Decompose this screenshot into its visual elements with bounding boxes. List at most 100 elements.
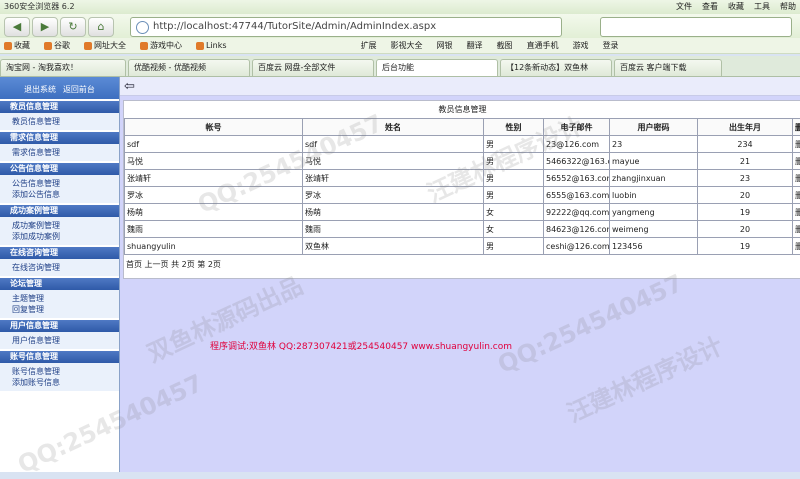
menu-favorites[interactable]: 收藏 — [728, 1, 744, 12]
menu-file[interactable]: 文件 — [676, 1, 692, 12]
bookmark-item[interactable]: 直通手机 — [527, 40, 559, 51]
tab-youku[interactable]: 优酷视频 - 优酷视频 — [128, 59, 250, 76]
cell-birth: 23 — [698, 170, 793, 187]
delete-link[interactable]: 删除 — [793, 238, 800, 255]
menu-help[interactable]: 帮助 — [780, 1, 796, 12]
bookmark-item[interactable]: 翻译 — [467, 40, 483, 51]
back-arrow-icon[interactable]: ⇦ — [124, 79, 135, 94]
table-header-row: 帐号 姓名 性别 电子邮件 用户密码 出生年月 删除 — [125, 119, 800, 136]
delete-link[interactable]: 删除 — [793, 170, 800, 187]
cell-password: weimeng — [610, 221, 698, 238]
tab-news[interactable]: 【12条新动态】双鱼林 — [500, 59, 612, 76]
sidebar-link[interactable]: 需求信息管理 — [12, 147, 119, 158]
logout-link[interactable]: 退出系统 — [24, 85, 56, 94]
cell-name: 马悦 — [303, 153, 484, 170]
forward-button[interactable]: ▶ — [32, 17, 58, 37]
sidebar-header: 退出系统 返回前台 — [0, 77, 119, 99]
admin-sidebar: 退出系统 返回前台 教员信息管理 教员信息管理 需求信息管理 需求信息管理 公告… — [0, 77, 120, 472]
bookmark-item[interactable]: Links — [196, 41, 227, 50]
cell-email: 92222@qq.com — [544, 204, 610, 221]
sidebar-link[interactable]: 教员信息管理 — [12, 116, 119, 127]
delete-link[interactable]: 删除 — [793, 221, 800, 238]
search-input[interactable] — [600, 17, 792, 37]
bookmark-item[interactable]: 收藏 — [4, 40, 30, 51]
bookmark-item[interactable]: 网址大全 — [84, 40, 126, 51]
bookmark-item[interactable]: 截图 — [497, 40, 513, 51]
home-button[interactable]: ⌂ — [88, 17, 114, 37]
sidebar-link[interactable]: 公告信息管理 — [12, 178, 119, 189]
sidebar-link[interactable]: 回复管理 — [12, 304, 119, 315]
section-title[interactable]: 需求信息管理 — [0, 132, 119, 144]
star-icon — [4, 42, 12, 50]
sidebar-link[interactable]: 添加公告信息 — [12, 189, 119, 200]
section-title[interactable]: 成功案例管理 — [0, 205, 119, 217]
sidebar-link[interactable]: 添加账号信息 — [12, 377, 119, 388]
cell-gender: 男 — [484, 136, 544, 153]
tab-taobao[interactable]: 淘宝网 - 淘我喜欢！ — [0, 59, 126, 76]
sidebar-link[interactable]: 账号信息管理 — [12, 366, 119, 377]
cell-birth: 21 — [698, 153, 793, 170]
section-title[interactable]: 账号信息管理 — [0, 351, 119, 363]
pager: 首页 上一页 共 2页 第 2页 — [124, 255, 800, 274]
tab-baiduyun[interactable]: 百度云 网盘-全部文件 — [252, 59, 374, 76]
cell-gender: 男 — [484, 153, 544, 170]
section-title[interactable]: 在线咨询管理 — [0, 247, 119, 259]
bookmark-item[interactable]: 游戏中心 — [140, 40, 182, 51]
game-icon — [140, 42, 148, 50]
site-info-icon — [136, 21, 149, 34]
bookmark-item[interactable]: 登录 — [603, 40, 619, 51]
frontend-link[interactable]: 返回前台 — [63, 85, 95, 94]
delete-link[interactable]: 删除 — [793, 187, 800, 204]
bookmark-item[interactable]: 影视大全 — [391, 40, 423, 51]
sidebar-section: 用户信息管理 用户信息管理 — [0, 320, 119, 349]
cell-birth: 19 — [698, 238, 793, 255]
bookmark-item[interactable]: 游戏 — [573, 40, 589, 51]
delete-link[interactable]: 删除 — [793, 136, 800, 153]
pager-prev[interactable]: 上一页 — [145, 260, 169, 269]
section-title[interactable]: 公告信息管理 — [0, 163, 119, 175]
delete-link[interactable]: 删除 — [793, 153, 800, 170]
menu-view[interactable]: 查看 — [702, 1, 718, 12]
col-birth: 出生年月 — [698, 119, 793, 136]
section-title[interactable]: 论坛管理 — [0, 278, 119, 290]
cell-email: 5466322@163.com — [544, 153, 610, 170]
folder-icon — [196, 42, 204, 50]
delete-link[interactable]: 删除 — [793, 204, 800, 221]
cell-gender: 男 — [484, 170, 544, 187]
menu-tools[interactable]: 工具 — [754, 1, 770, 12]
sidebar-link[interactable]: 添加成功案例 — [12, 231, 119, 242]
sidebar-link[interactable]: 用户信息管理 — [12, 335, 119, 346]
teacher-panel: 教员信息管理 帐号 姓名 性别 电子邮件 用户密码 出生年月 删除 s — [123, 100, 800, 279]
tab-download[interactable]: 百度云 客户端下载 — [614, 59, 722, 76]
sidebar-link[interactable]: 在线咨询管理 — [12, 262, 119, 273]
refresh-button[interactable]: ↻ — [60, 17, 86, 37]
table-row: 罗冰 罗冰 男 6555@163.com luobin 20 删除 — [125, 187, 800, 204]
col-password: 用户密码 — [610, 119, 698, 136]
col-delete: 删除 — [793, 119, 800, 136]
col-gender: 性别 — [484, 119, 544, 136]
bookmark-item[interactable]: 网银 — [437, 40, 453, 51]
cell-gender: 男 — [484, 238, 544, 255]
section-title[interactable]: 教员信息管理 — [0, 101, 119, 113]
pager-first[interactable]: 首页 — [126, 260, 142, 269]
sidebar-link[interactable]: 成功案例管理 — [12, 220, 119, 231]
table-row: 魏雨 魏雨 女 84623@126.com weimeng 20 删除 — [125, 221, 800, 238]
cell-password: yangmeng — [610, 204, 698, 221]
cell-birth: 20 — [698, 187, 793, 204]
section-title[interactable]: 用户信息管理 — [0, 320, 119, 332]
back-button[interactable]: ◀ — [4, 17, 30, 37]
tab-admin[interactable]: 后台功能 — [376, 59, 498, 76]
cell-password: 23 — [610, 136, 698, 153]
bookmark-item[interactable]: 谷歌 — [44, 40, 70, 51]
cell-name: 魏雨 — [303, 221, 484, 238]
browser-menu: 文件 查看 收藏 工具 帮助 — [676, 1, 796, 12]
content-toolbar: ⇦ — [120, 77, 800, 96]
site-icon — [84, 42, 92, 50]
address-bar[interactable]: http://localhost:47744/TutorSite/Admin/A… — [130, 17, 562, 37]
cell-email: ceshi@126.com — [544, 238, 610, 255]
table-row: 马悦 马悦 男 5466322@163.com mayue 21 删除 — [125, 153, 800, 170]
sidebar-link[interactable]: 主题管理 — [12, 293, 119, 304]
cell-email: 23@126.com — [544, 136, 610, 153]
bookmark-item[interactable]: 扩展 — [361, 40, 377, 51]
sidebar-section: 论坛管理 主题管理 回复管理 — [0, 278, 119, 318]
